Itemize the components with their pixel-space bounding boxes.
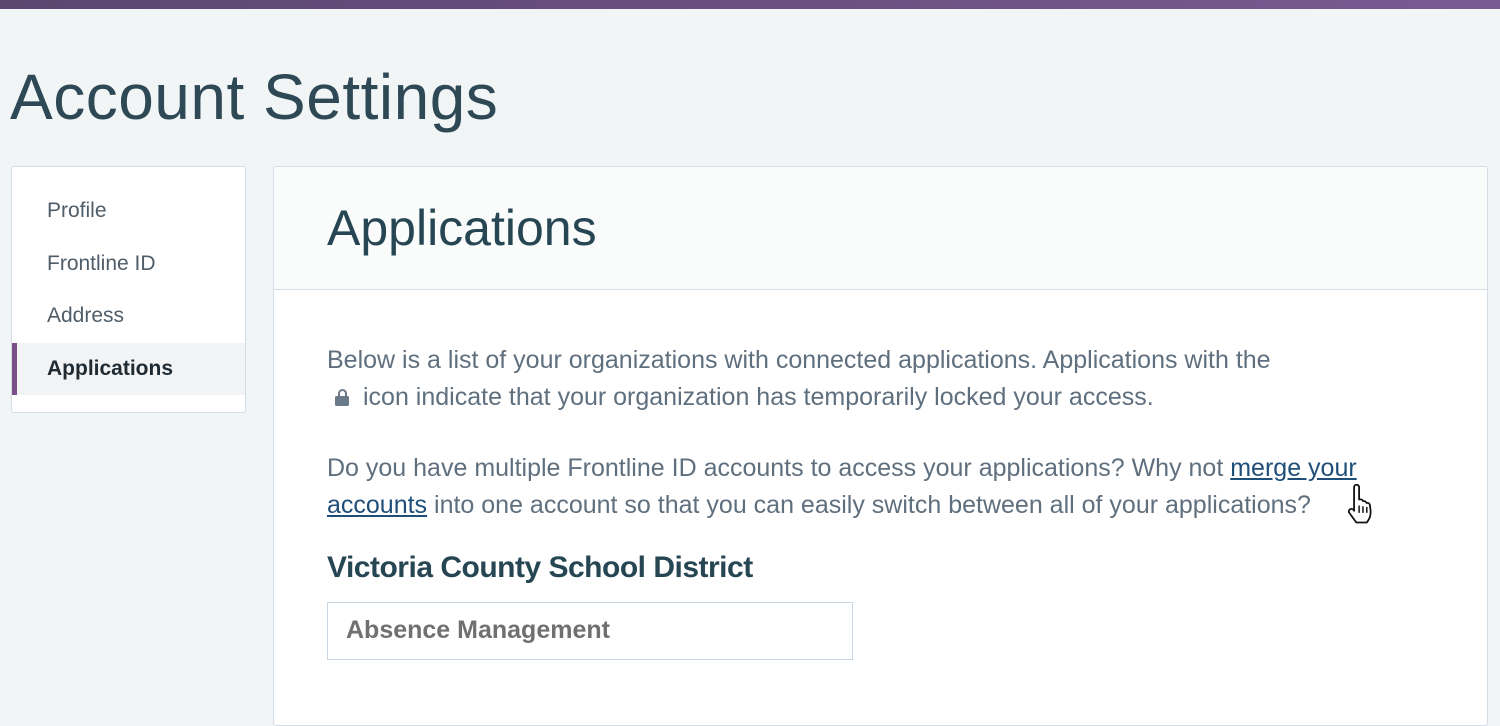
intro-paragraph: Below is a list of your organizations wi… bbox=[327, 342, 1407, 416]
hand-pointer-icon bbox=[1347, 484, 1372, 524]
panel-title: Applications bbox=[327, 200, 597, 256]
merge-paragraph: Do you have multiple Frontline ID accoun… bbox=[327, 450, 1407, 524]
lock-icon bbox=[335, 389, 349, 406]
panel-header: Applications bbox=[274, 167, 1487, 290]
sidebar-item-frontline-id[interactable]: Frontline ID bbox=[12, 238, 245, 291]
intro-text-after: icon indicate that your organization has… bbox=[363, 383, 1154, 411]
organization-name: Victoria County School District bbox=[327, 551, 753, 584]
page-title: Account Settings bbox=[10, 61, 499, 133]
merge-text-after: into one account so that you can easily … bbox=[434, 491, 1311, 519]
application-item-absence-management[interactable]: Absence Management bbox=[327, 602, 853, 660]
intro-text-before: Below is a list of your organizations wi… bbox=[327, 346, 1271, 374]
sidebar-item-address[interactable]: Address bbox=[12, 290, 245, 343]
panel-body: Below is a list of your organizations wi… bbox=[274, 290, 1487, 660]
top-accent-bar bbox=[0, 0, 1500, 9]
sidebar-item-profile[interactable]: Profile bbox=[12, 185, 245, 238]
sidebar-item-applications[interactable]: Applications bbox=[12, 342, 245, 395]
merge-text-before: Do you have multiple Frontline ID accoun… bbox=[327, 454, 1224, 482]
applications-panel: Applications Below is a list of your org… bbox=[273, 166, 1488, 726]
settings-sidebar: Profile Frontline ID Address Application… bbox=[11, 166, 246, 413]
